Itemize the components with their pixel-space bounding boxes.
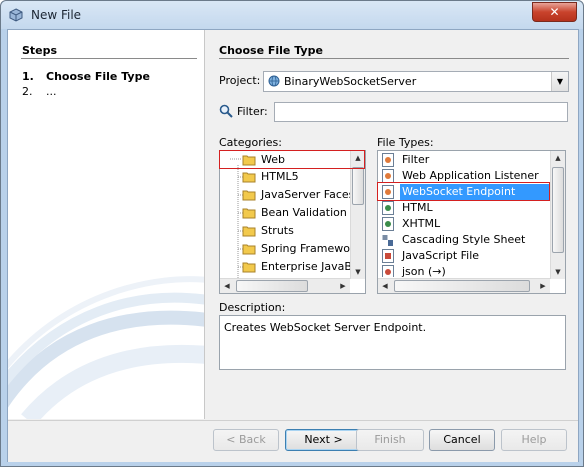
file-type-json[interactable]: json (→) — [378, 264, 550, 277]
dialog-client: Steps 1. Choose File Type 2.... Choose Fi… — [7, 29, 579, 462]
folder-icon — [242, 226, 256, 237]
finish-button[interactable]: Finish — [356, 429, 424, 451]
file-type-css[interactable]: Cascading Style Sheet — [378, 232, 550, 248]
app-cube-icon — [9, 8, 23, 22]
cancel-button[interactable]: Cancel — [429, 429, 495, 451]
step-item: 2.... — [22, 85, 57, 98]
project-combobox[interactable]: BinaryWebSocketServer ▼ — [263, 71, 569, 92]
section-title: Choose File Type — [219, 44, 323, 57]
folder-icon — [242, 262, 256, 273]
xhtml-file-icon — [382, 217, 394, 231]
description-text: Creates WebSocket Server Endpoint. — [224, 321, 427, 334]
search-icon — [219, 104, 233, 118]
scroll-thumb[interactable] — [352, 167, 364, 205]
file-types-label: File Types: — [377, 136, 434, 149]
vertical-scrollbar[interactable]: ▲ ▼ — [350, 151, 365, 279]
file-type-label: Cascading Style Sheet — [402, 233, 526, 246]
tree-item-label: Bean Validation — [261, 206, 347, 219]
folder-icon — [242, 172, 256, 183]
javascript-file-icon — [382, 249, 394, 263]
highlight-box — [219, 150, 365, 169]
tree-item-label: JavaServer Faces — [261, 188, 355, 201]
file-types-list[interactable]: Filter Web Application Listener WebSocke… — [377, 150, 566, 294]
scroll-right-icon[interactable]: ▶ — [336, 279, 350, 293]
globe-icon — [268, 75, 280, 87]
file-type-label: json (→) — [402, 265, 446, 277]
categories-tree[interactable]: Web HTML5 JavaServer Faces Bean Validati… — [219, 150, 366, 294]
steps-title: Steps — [22, 44, 58, 57]
decorative-swoosh — [8, 276, 204, 419]
json-file-icon — [382, 265, 394, 277]
section-divider — [219, 58, 569, 59]
window-title: New File — [31, 8, 82, 22]
tree-item-label: Struts — [261, 224, 294, 237]
step-number: 1. — [22, 70, 34, 83]
file-type-label: XHTML — [402, 217, 441, 230]
file-type-label: JavaScript File — [402, 249, 480, 262]
button-bar: < Back Next > Finish Cancel Help — [8, 420, 578, 462]
project-label: Project: — [219, 74, 261, 87]
folder-icon — [242, 208, 256, 219]
tree-item-label: Enterprise JavaBe — [261, 260, 359, 273]
close-button[interactable]: ✕ — [532, 2, 577, 22]
new-file-dialog: New File ✕ Steps 1. Choose File Type 2...… — [0, 0, 584, 467]
highlight-box — [377, 182, 550, 201]
scroll-down-icon[interactable]: ▼ — [351, 265, 365, 279]
step-item: 1. Choose File Type — [22, 70, 150, 83]
steps-divider — [21, 58, 197, 59]
css-file-icon — [382, 235, 393, 246]
file-type-xhtml[interactable]: XHTML — [378, 216, 550, 232]
scroll-left-icon[interactable]: ◀ — [378, 279, 392, 293]
filter-input[interactable] — [274, 102, 568, 122]
description-label: Description: — [219, 301, 286, 314]
java-file-icon — [382, 153, 394, 167]
scroll-thumb[interactable] — [552, 167, 564, 253]
back-button[interactable]: < Back — [213, 429, 279, 451]
scroll-right-icon[interactable]: ▶ — [536, 279, 550, 293]
tree-item-label: Spring Framework — [261, 242, 361, 255]
file-type-html[interactable]: HTML — [378, 200, 550, 216]
scroll-thumb[interactable] — [236, 280, 308, 292]
scroll-left-icon[interactable]: ◀ — [220, 279, 234, 293]
next-button[interactable]: Next > — [285, 429, 362, 451]
html-file-icon — [382, 201, 394, 215]
filter-label: Filter: — [237, 105, 268, 118]
step-number: 2. — [22, 85, 33, 98]
file-type-label: HTML — [402, 201, 433, 214]
file-type-javascript[interactable]: JavaScript File — [378, 248, 550, 264]
title-bar[interactable]: New File ✕ — [1, 1, 583, 29]
scroll-up-icon[interactable]: ▲ — [551, 151, 565, 165]
steps-panel: Steps 1. Choose File Type 2.... — [8, 30, 205, 419]
scroll-down-icon[interactable]: ▼ — [551, 265, 565, 279]
tree-item-label: HTML5 — [261, 170, 299, 183]
step-label: ... — [46, 85, 57, 98]
help-button[interactable]: Help — [501, 429, 567, 451]
file-type-label: Filter — [402, 153, 430, 166]
folder-icon — [242, 244, 256, 255]
categories-label: Categories: — [219, 136, 282, 149]
scroll-thumb[interactable] — [394, 280, 530, 292]
project-value: BinaryWebSocketServer — [284, 75, 417, 88]
file-type-filter[interactable]: Filter — [378, 152, 550, 168]
java-file-icon — [382, 169, 394, 183]
chevron-down-icon[interactable]: ▼ — [551, 72, 568, 91]
vertical-scrollbar[interactable]: ▲ ▼ — [550, 151, 565, 279]
step-label: Choose File Type — [46, 70, 150, 83]
horizontal-scrollbar[interactable]: ◀ ▶ — [220, 278, 350, 293]
folder-icon — [242, 190, 256, 201]
horizontal-scrollbar[interactable]: ◀ ▶ — [378, 278, 550, 293]
description-box: Creates WebSocket Server Endpoint. — [219, 315, 566, 370]
